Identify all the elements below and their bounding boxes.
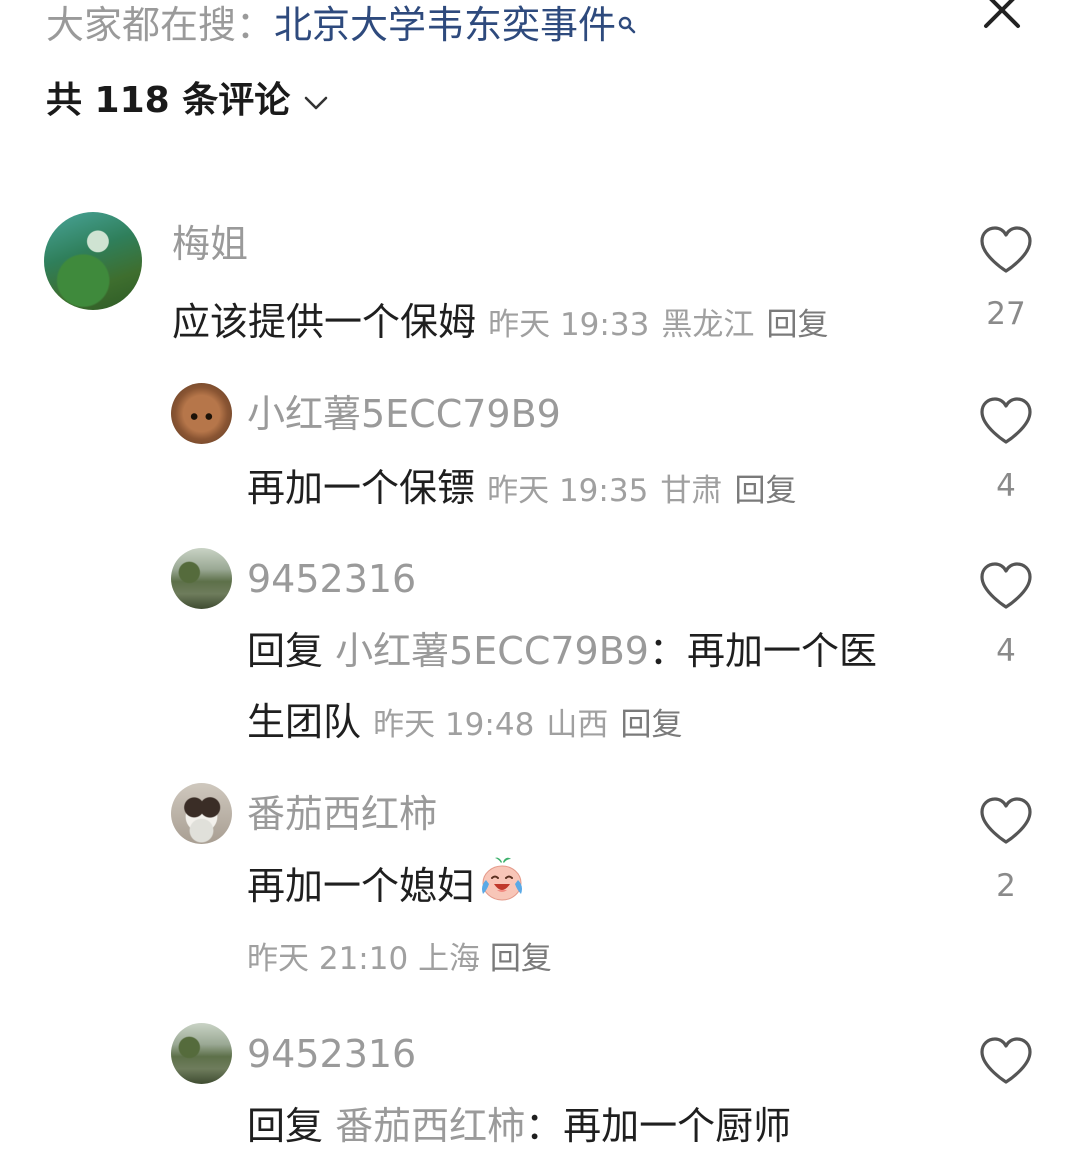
reply-body-line1: 回复 小红薯5ECC79B9：再加一个医 [247,627,877,675]
reply-time: 昨天 21:10 [247,941,409,977]
search-suggestion[interactable]: 大家都在搜：北京大学韦东奕事件 [46,0,636,50]
reply-location: 甘肃 [660,473,723,509]
like-count: 4 [996,633,1016,669]
avatar[interactable] [44,212,142,310]
reply-username[interactable]: 9452316 [247,1030,416,1078]
crying-laughing-emoji [477,854,527,915]
reply-time: 昨天 19:35 [487,473,649,509]
reply-text: ：再加一个医 [648,629,877,673]
search-icon [618,0,636,46]
reply-text: 再加一个保镖 [247,466,476,510]
reply-button[interactable]: 回复 [621,707,683,743]
reply-meta: 昨天 21:10 上海 回复 [247,935,552,983]
reply-button[interactable]: 回复 [767,307,829,343]
reply-body: 再加一个保镖 昨天 19:35 甘肃 回复 [247,464,797,515]
like-count: 2 [996,868,1016,904]
reply-prefix: 回复 [247,1104,324,1148]
reply-prefix: 回复 [247,629,324,673]
comment-count-toggle[interactable]: 共 118 条评论 [46,76,328,126]
like-button[interactable] [979,1036,1033,1086]
like-count: 4 [996,468,1016,504]
reply-text: ：再加一个厨师 [525,1104,792,1148]
comment-body: 应该提供一个保姆 昨天 19:33 黑龙江 回复 [172,298,829,349]
like-button[interactable] [979,396,1033,446]
reply-body-line2: 生团队 昨天 19:48 山西 回复 [247,698,683,749]
heart-outline-icon [980,562,1032,609]
reply-text-continued: 生团队 [247,700,362,744]
like-button[interactable] [979,796,1033,846]
like-button[interactable] [979,225,1033,275]
close-button[interactable] [980,0,1024,32]
avatar[interactable] [171,548,232,609]
reply-button[interactable]: 回复 [490,941,552,977]
reply-target-user[interactable]: 番茄西红柿 [335,1104,525,1148]
comment-count-label: 共 118 条评论 [46,80,291,121]
chevron-down-icon [304,74,328,124]
reply-target-user[interactable]: 小红薯5ECC79B9 [335,629,649,673]
comment-location: 黑龙江 [661,307,755,343]
like-button[interactable] [979,561,1033,611]
reply-text: 再加一个媳妇 [247,864,476,908]
heart-outline-icon [980,397,1032,444]
reply-username[interactable]: 番茄西红柿 [247,790,437,838]
comment-time: 昨天 19:33 [488,307,650,343]
avatar[interactable] [171,1023,232,1084]
search-suggestion-keyword[interactable]: 北京大学韦东奕事件 [274,3,616,47]
reply-button[interactable]: 回复 [735,473,797,509]
heart-outline-icon [980,226,1032,273]
close-icon [984,0,1020,28]
avatar[interactable] [171,783,232,844]
reply-body: 回复 番茄西红柿：再加一个厨师 [247,1102,791,1150]
reply-username[interactable]: 9452316 [247,555,416,603]
reply-body: 再加一个媳妇 [247,857,527,915]
heart-outline-icon [980,1037,1032,1084]
like-count: 27 [986,296,1026,332]
avatar[interactable] [171,383,232,444]
search-suggestion-prefix: 大家都在搜： [46,3,275,47]
heart-outline-icon [980,797,1032,844]
comment-text: 应该提供一个保姆 [172,300,477,344]
reply-location: 山西 [546,707,609,743]
comment-username[interactable]: 梅姐 [172,220,248,268]
reply-username[interactable]: 小红薯5ECC79B9 [247,390,561,438]
reply-time: 昨天 19:48 [373,707,535,743]
reply-location: 上海 [418,941,481,977]
